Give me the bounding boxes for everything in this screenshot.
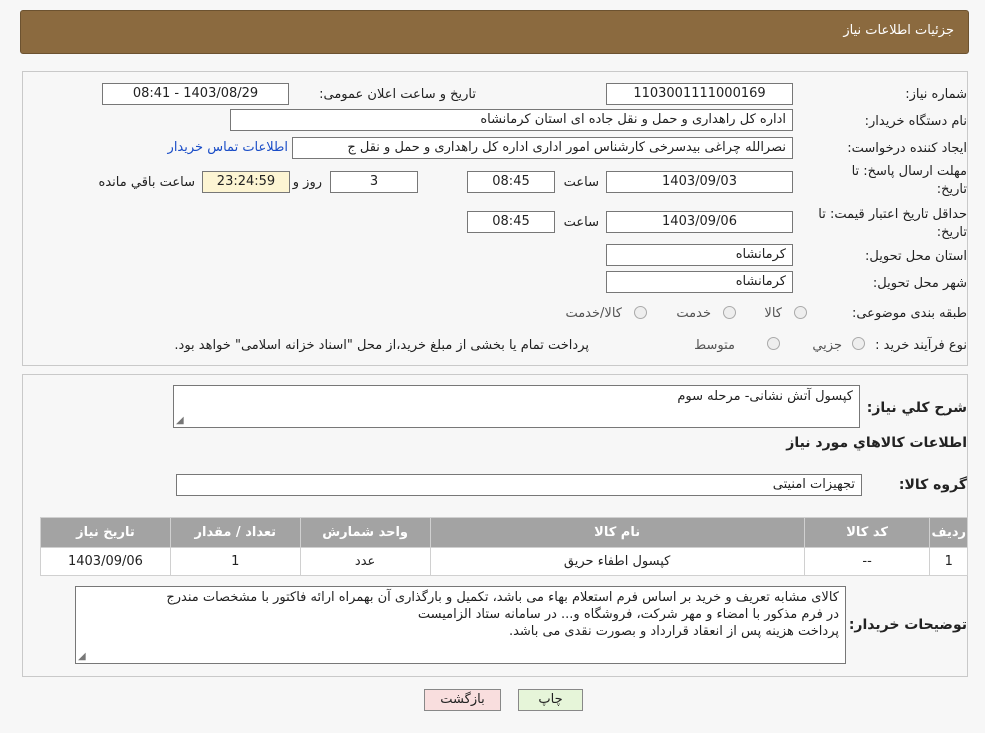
deadline-time-label: ساعت	[563, 175, 599, 190]
cell-quantity: 1	[169, 547, 301, 576]
print-button[interactable]: چاپ	[518, 689, 583, 711]
creator-field: نصرالله چراغی بیدسرخی کارشناس امور اداری…	[292, 137, 793, 159]
buyer-org-field: اداره کل راهداری و حمل و نقل جاده ای است…	[230, 109, 793, 131]
buyer-contact-link[interactable]: اطلاعات تماس خریدار	[168, 140, 288, 155]
remaining-time-field: 23:24:59	[202, 171, 290, 193]
process-radio-medium[interactable]	[767, 337, 780, 350]
goods-info-title: اطلاعات کالاهاي مورد نياز	[786, 435, 967, 451]
city-label: شهر محل تحویل:	[872, 276, 967, 291]
goods-group-field: تجهیزات امنیتی	[176, 474, 862, 496]
buyer-notes-field: کالای مشابه تعریف و خرید بر اساس فرم است…	[75, 586, 846, 664]
table-row: 1 -- کپسول اطفاء حریق عدد 1 1403/09/06	[40, 547, 968, 576]
buyer-notes-label: توضیحات خریدار:	[848, 617, 967, 633]
goods-group-label: گروه کالا:	[898, 477, 967, 493]
page-header: جزئیات اطلاعات نیاز	[20, 10, 969, 54]
category-radio-goods-service[interactable]	[634, 306, 647, 319]
col-goods-code: کد کالا	[803, 517, 931, 548]
goods-table-header: رديف کد کالا نام کالا واحد شمارش تعداد /…	[40, 517, 968, 548]
validity-label-line1: حداقل تاریخ اعتبار قیمت: تا	[818, 207, 967, 222]
category-option-goods-service: کالا/خدمت	[565, 306, 622, 321]
cell-need-date: 1403/09/06	[40, 547, 171, 576]
category-radio-service[interactable]	[723, 306, 736, 319]
category-radio-goods[interactable]	[794, 306, 807, 319]
back-button[interactable]: بازگشت	[424, 689, 501, 711]
days-remaining-field: 3	[330, 171, 418, 193]
days-label: روز و	[292, 175, 322, 190]
cell-row-number: 1	[929, 547, 968, 576]
validity-date-field: 1403/09/06	[606, 211, 793, 233]
validity-label-line2: تاریخ:	[936, 225, 967, 240]
need-number-field: 1103001111000169	[606, 83, 793, 105]
buyer-notes-line: کالای مشابه تعریف و خرید بر اساس فرم است…	[166, 590, 839, 605]
creator-label: ایجاد کننده درخواست:	[847, 141, 967, 156]
process-option-minor: جزیي	[812, 338, 842, 353]
announce-label: تاریخ و ساعت اعلان عمومی:	[319, 87, 476, 102]
deadline-time-field: 08:45	[467, 171, 555, 193]
summary-label: شرح كلي نياز:	[866, 400, 967, 416]
buyer-notes-line: در فرم مذکور با امضاء و مهر شرکت، فروشگا…	[417, 607, 839, 622]
announce-field: 1403/08/29 - 08:41	[102, 83, 289, 105]
category-option-goods: کالا	[764, 306, 782, 321]
province-label: استان محل تحویل:	[865, 249, 967, 264]
cell-goods-code: --	[803, 547, 931, 576]
col-row-number: رديف	[929, 517, 968, 548]
need-number-label: شماره نیاز:	[905, 87, 967, 102]
process-option-medium: متوسط	[694, 338, 735, 353]
col-quantity: تعداد / مقدار	[169, 517, 301, 548]
summary-field: کپسول آتش نشانی- مرحله سوم	[173, 385, 860, 428]
process-label: نوع فرآیند خرید :	[875, 338, 967, 353]
goods-table: رديف کد کالا نام کالا واحد شمارش تعداد /…	[40, 517, 968, 576]
category-option-service: خدمت	[676, 306, 711, 321]
deadline-date-field: 1403/09/03	[606, 171, 793, 193]
process-radio-minor[interactable]	[852, 337, 865, 350]
category-label: طبقه بندی موضوعی:	[851, 306, 967, 321]
page-title: جزئیات اطلاعات نیاز	[843, 23, 954, 38]
validity-time-label: ساعت	[563, 215, 599, 230]
province-field: کرمانشاه	[606, 244, 793, 266]
resize-handle-icon[interactable]: ◢	[176, 415, 186, 426]
deadline-label-line2: تاریخ:	[936, 182, 967, 197]
city-field: کرمانشاه	[606, 271, 793, 293]
remaining-time-label: ساعت باقي مانده	[98, 175, 195, 190]
col-goods-name: نام کالا	[429, 517, 805, 548]
validity-time-field: 08:45	[467, 211, 555, 233]
deadline-label-line1: مهلت ارسال پاسخ: تا	[851, 164, 967, 179]
cell-goods-name: کپسول اطفاء حریق	[429, 547, 805, 576]
buyer-org-label: نام دستگاه خریدار:	[864, 114, 967, 129]
col-unit: واحد شمارش	[299, 517, 431, 548]
cell-unit: عدد	[299, 547, 431, 576]
process-note: پرداخت تمام یا بخشی از مبلغ خرید،از محل …	[174, 338, 589, 353]
buyer-notes-line: پرداخت هزینه پس از انعقاد قرارداد و بصور…	[508, 624, 839, 639]
summary-text: کپسول آتش نشانی- مرحله سوم	[677, 389, 853, 404]
resize-handle-icon[interactable]: ◢	[78, 651, 88, 662]
col-need-date: تاریخ نیاز	[40, 517, 171, 548]
